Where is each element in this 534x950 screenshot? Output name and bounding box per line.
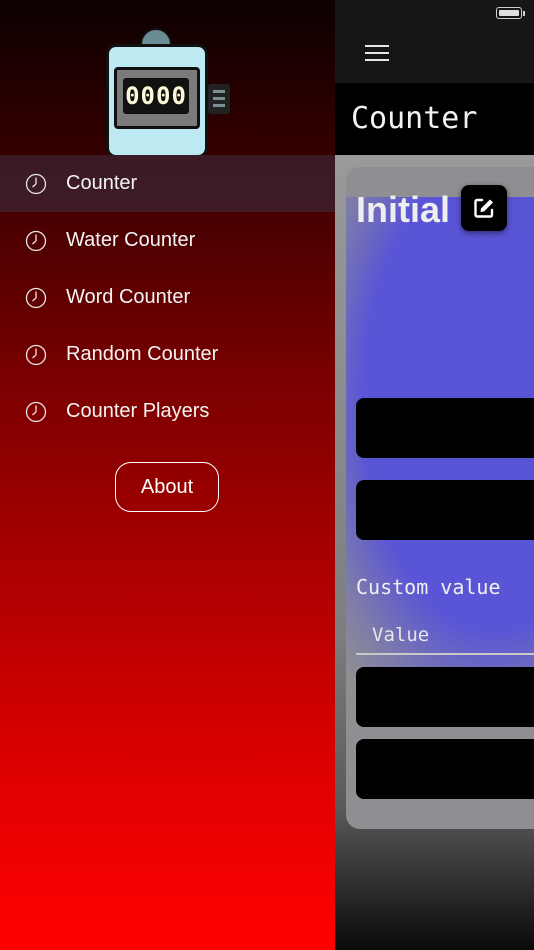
counter-field-2[interactable] bbox=[356, 480, 534, 540]
custom-value-input[interactable] bbox=[356, 617, 534, 655]
drawer-item-label: Word Counter bbox=[66, 286, 191, 308]
edit-icon bbox=[474, 198, 494, 218]
initial-label: Initial bbox=[356, 189, 451, 230]
counter-logo-icon: 0000 bbox=[100, 26, 238, 158]
logo-display: 0000 bbox=[114, 67, 200, 129]
top-app-bar bbox=[335, 0, 534, 83]
page-title: Counter bbox=[351, 101, 478, 136]
logo-side-lines bbox=[208, 84, 230, 114]
drawer-header: 0000 bbox=[0, 0, 335, 158]
drawer-item-label: Random Counter bbox=[66, 343, 219, 365]
logo-body: 0000 bbox=[106, 44, 208, 158]
counter-field-3[interactable] bbox=[356, 667, 534, 727]
navigation-drawer: 0000 Counter Water Counter Word Counter … bbox=[0, 0, 335, 950]
clock-icon bbox=[25, 344, 47, 365]
counter-card: Initial Custom value bbox=[346, 167, 534, 829]
drawer-item-label: Counter Players bbox=[66, 400, 210, 422]
clock-icon bbox=[25, 173, 47, 194]
about-button[interactable]: About bbox=[115, 462, 219, 512]
title-bar: Counter bbox=[335, 83, 534, 155]
drawer-menu: Counter Water Counter Word Counter Rando… bbox=[0, 155, 335, 440]
logo-digits: 0000 bbox=[123, 78, 189, 114]
custom-value-label: Custom value bbox=[356, 575, 501, 599]
counter-field-4[interactable] bbox=[356, 739, 534, 799]
drawer-item-label: Water Counter bbox=[66, 229, 196, 251]
drawer-item-label: Counter bbox=[66, 172, 138, 194]
edit-button[interactable] bbox=[461, 185, 507, 231]
clock-icon bbox=[25, 401, 47, 422]
drawer-item-random-counter[interactable]: Random Counter bbox=[0, 326, 335, 383]
drawer-item-counter-players[interactable]: Counter Players bbox=[0, 383, 335, 440]
hamburger-menu-icon[interactable] bbox=[365, 43, 389, 63]
counter-field-1[interactable] bbox=[356, 398, 534, 458]
drawer-item-water-counter[interactable]: Water Counter bbox=[0, 212, 335, 269]
clock-icon bbox=[25, 230, 47, 251]
main-screen: Counter Initial Custom value bbox=[335, 0, 534, 950]
content-area: Initial Custom value bbox=[335, 155, 534, 950]
drawer-item-counter[interactable]: Counter bbox=[0, 155, 335, 212]
clock-icon bbox=[25, 287, 47, 308]
drawer-item-word-counter[interactable]: Word Counter bbox=[0, 269, 335, 326]
